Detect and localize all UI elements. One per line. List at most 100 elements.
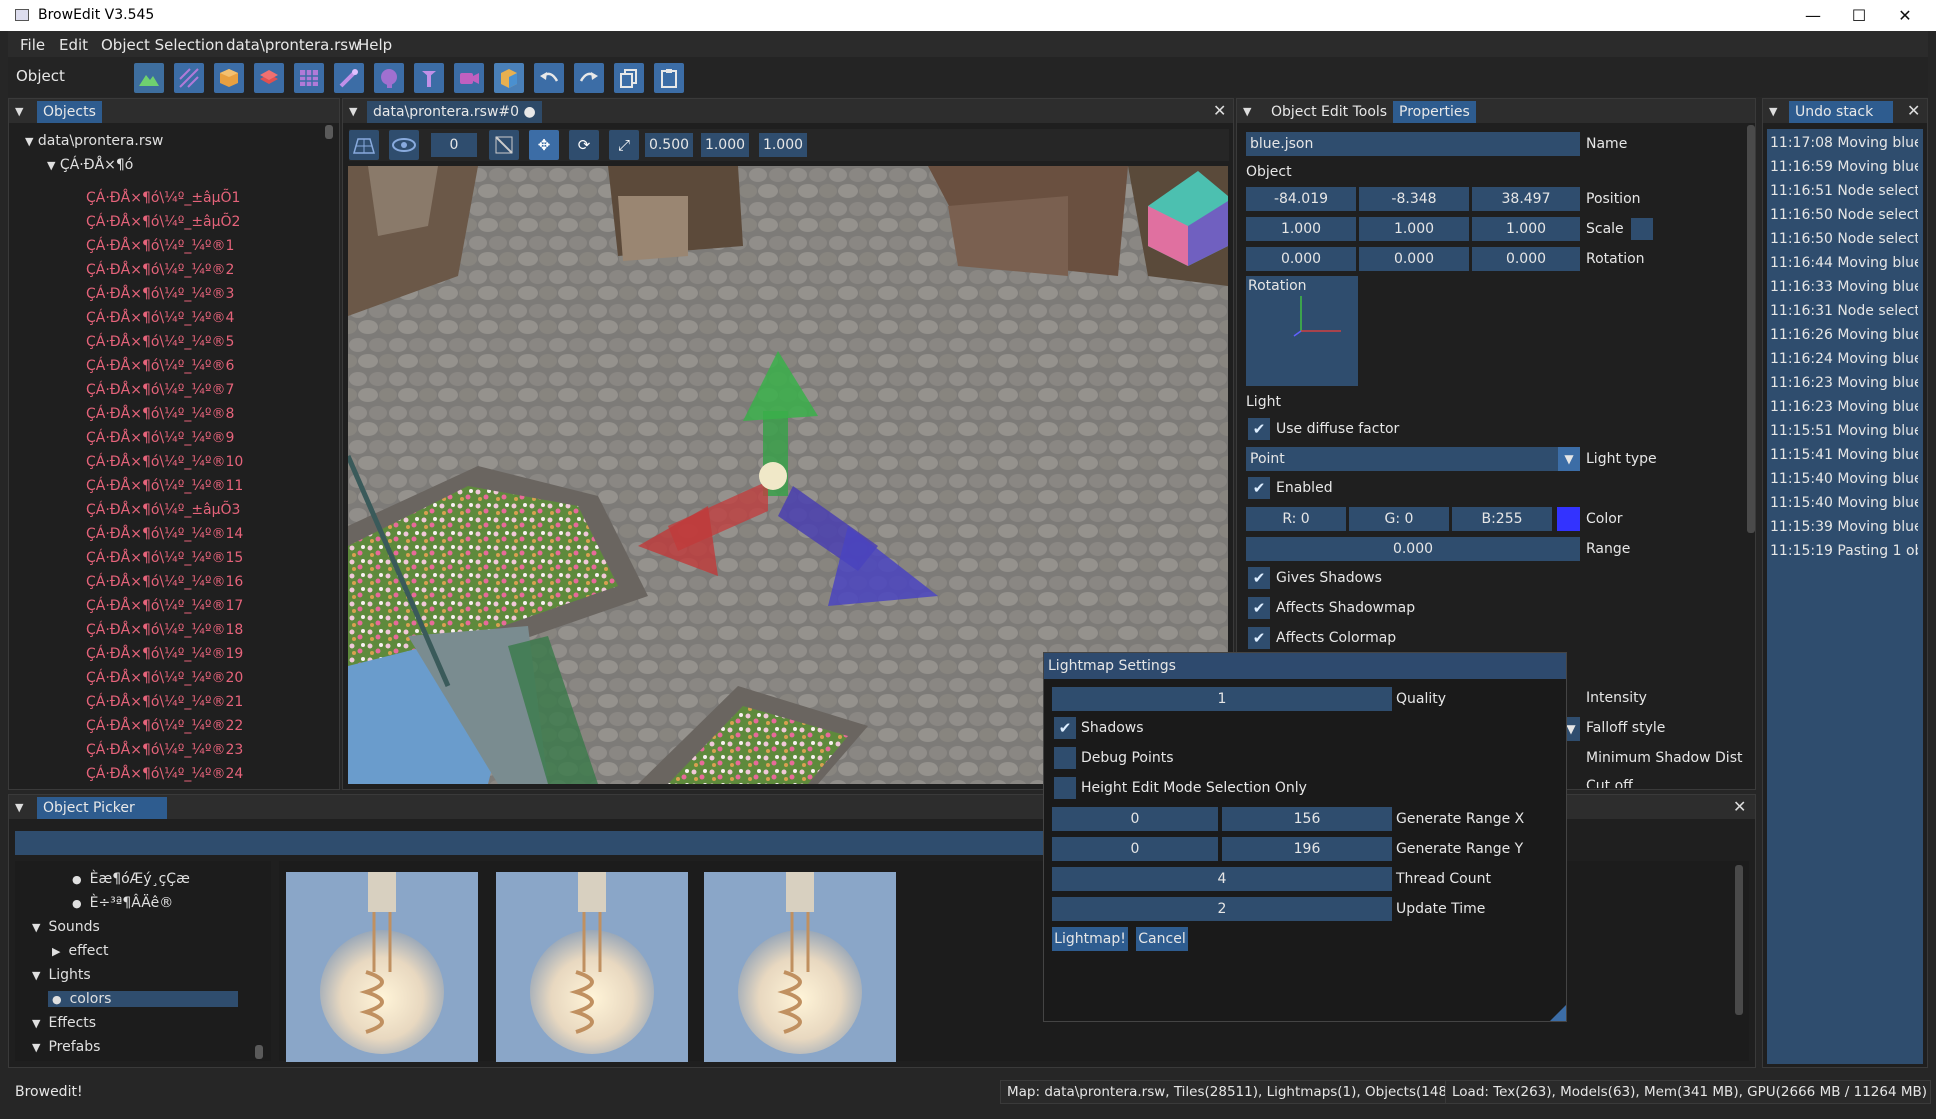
undo-item[interactable]: 11:16:23 Moving blue.j: [1770, 375, 1918, 391]
color-r-input[interactable]: R: 0: [1246, 507, 1346, 531]
object-list-item[interactable]: ÇÁ·ÐÅ×¶ó\¼º_¼º®8: [86, 406, 234, 422]
undo-item[interactable]: 11:15:40 Moving blue.j: [1770, 495, 1918, 511]
name-input[interactable]: blue.json: [1246, 132, 1580, 156]
object-list-item[interactable]: ÇÁ·ÐÅ×¶ó\¼º_±âµÕ1: [86, 190, 240, 206]
height-icon[interactable]: [334, 63, 364, 93]
undo-icon[interactable]: [534, 63, 564, 93]
close-icon[interactable]: ✕: [1907, 101, 1920, 120]
picker-thumbs-scrollbar[interactable]: [1735, 865, 1743, 1015]
picker-tree-item[interactable]: ▶ effect: [52, 943, 109, 959]
collapse-icon[interactable]: ▼: [1769, 105, 1777, 118]
rotate-icon[interactable]: ⟳: [569, 130, 599, 160]
close-window-button[interactable]: ✕: [1882, 0, 1928, 31]
tab-undo-stack[interactable]: Undo stack: [1789, 101, 1893, 123]
affects-shadowmap-checkbox[interactable]: ✔: [1248, 597, 1270, 619]
tab-object-picker[interactable]: Object Picker: [37, 797, 167, 819]
object-list-item[interactable]: ÇÁ·ÐÅ×¶ó\¼º_¼º®9: [86, 430, 234, 446]
minimize-button[interactable]: —: [1790, 0, 1836, 31]
object-picker-search-input[interactable]: [15, 831, 1055, 855]
snap-off-icon[interactable]: [489, 130, 519, 160]
color-g-input[interactable]: G: 0: [1349, 507, 1449, 531]
lightmap-dialog-titlebar[interactable]: Lightmap Settings: [1044, 653, 1566, 679]
texture-icon[interactable]: [174, 63, 204, 93]
undo-item[interactable]: 11:16:33 Moving blue.j: [1770, 279, 1918, 295]
object-icon[interactable]: [214, 63, 244, 93]
gat-icon[interactable]: [294, 63, 324, 93]
light-bulb-thumbnail[interactable]: [496, 872, 688, 1062]
tab-object-edit-tools[interactable]: Object Edit Tools: [1265, 101, 1394, 123]
use-diffuse-checkbox[interactable]: ✔: [1248, 418, 1270, 440]
object-list-item[interactable]: ÇÁ·ÐÅ×¶ó\¼º_¼º®14: [86, 526, 243, 542]
collapse-icon[interactable]: ▼: [1243, 105, 1251, 118]
tab-map-view[interactable]: data\prontera.rsw#0 ●: [367, 101, 542, 123]
update-time-input[interactable]: 2: [1052, 897, 1392, 921]
rotation-y-input[interactable]: 0.000: [1359, 247, 1469, 271]
redo-icon[interactable]: [574, 63, 604, 93]
object-list-item[interactable]: ÇÁ·ÐÅ×¶ó\¼º_¼º®11: [86, 478, 243, 494]
object-list-item[interactable]: ÇÁ·ÐÅ×¶ó\¼º_¼º®6: [86, 358, 234, 374]
object-list-item[interactable]: ÇÁ·ÐÅ×¶ó\¼º_¼º®18: [86, 622, 243, 638]
object-list-item[interactable]: ÇÁ·ÐÅ×¶ó\¼º_¼º®7: [86, 382, 234, 398]
undo-item[interactable]: 11:17:08 Moving blue.j: [1770, 135, 1918, 151]
scale-x-input[interactable]: 1.000: [1246, 217, 1356, 241]
picker-tree-item[interactable]: ▼ Prefabs: [32, 1039, 100, 1055]
debug-points-checkbox[interactable]: [1054, 747, 1076, 769]
menu-file[interactable]: File: [20, 36, 45, 54]
object-list-item[interactable]: ÇÁ·ÐÅ×¶ó\¼º_¼º®19: [86, 646, 243, 662]
undo-item[interactable]: 11:16:26 Moving blue.j: [1770, 327, 1918, 343]
tree-root-row[interactable]: ▼ data\prontera.rsw: [25, 133, 163, 149]
translate-snap-input[interactable]: 0.500: [645, 133, 693, 157]
undo-item[interactable]: 11:15:40 Moving blue.j: [1770, 471, 1918, 487]
undo-item[interactable]: 11:16:24 Moving blue.j: [1770, 351, 1918, 367]
undo-item[interactable]: 11:16:50 Node selectio: [1770, 207, 1918, 223]
chevron-down-icon[interactable]: ▼: [1558, 447, 1580, 471]
menu-object-selection[interactable]: Object Selection: [101, 36, 224, 54]
light-type-select[interactable]: Point ▼: [1246, 447, 1580, 471]
grid-size-input[interactable]: 0: [431, 133, 477, 157]
color-swatch[interactable]: [1557, 507, 1580, 531]
light-icon[interactable]: [414, 63, 444, 93]
picker-tree-item[interactable]: ● colors: [48, 991, 238, 1007]
undo-item[interactable]: 11:16:23 Moving blue.j: [1770, 399, 1918, 415]
scale-snap-input[interactable]: 1.000: [759, 133, 807, 157]
camera-icon[interactable]: [454, 63, 484, 93]
cube-icon[interactable]: [494, 63, 524, 93]
range-y-min-input[interactable]: 0: [1052, 837, 1218, 861]
picker-tree-item[interactable]: ▼ Lights: [32, 967, 91, 983]
object-list-item[interactable]: ÇÁ·ÐÅ×¶ó\¼º_¼º®15: [86, 550, 243, 566]
object-list-item[interactable]: ÇÁ·ÐÅ×¶ó\¼º_¼º®17: [86, 598, 243, 614]
wall-icon[interactable]: [254, 63, 284, 93]
quality-input[interactable]: 1: [1052, 687, 1392, 711]
undo-item[interactable]: 11:16:51 Node selectio: [1770, 183, 1918, 199]
grid-icon[interactable]: [349, 130, 379, 160]
object-list-item[interactable]: ÇÁ·ÐÅ×¶ó\¼º_±âµÕ2: [86, 214, 240, 230]
eye-icon[interactable]: [389, 130, 419, 160]
picker-tree-item[interactable]: ▼ Effects: [32, 1015, 96, 1031]
rotation-x-input[interactable]: 0.000: [1246, 247, 1356, 271]
object-list-item[interactable]: ÇÁ·ÐÅ×¶ó\¼º_¼º®23: [86, 742, 243, 758]
tab-objects[interactable]: Objects: [37, 101, 102, 123]
translate-icon[interactable]: ✥: [529, 130, 559, 160]
color-b-input[interactable]: B:255: [1452, 507, 1552, 531]
range-input[interactable]: 0.000: [1246, 537, 1580, 561]
undo-item[interactable]: 11:15:51 Moving blue.j: [1770, 423, 1918, 439]
gives-shadows-checkbox[interactable]: ✔: [1248, 567, 1270, 589]
light-bulb-thumbnail[interactable]: [286, 872, 478, 1062]
object-list-item[interactable]: ÇÁ·ÐÅ×¶ó\¼º_¼º®5: [86, 334, 234, 350]
object-list-item[interactable]: ÇÁ·ÐÅ×¶ó\¼º_¼º®22: [86, 718, 243, 734]
sound-icon[interactable]: [374, 63, 404, 93]
object-list-item[interactable]: ÇÁ·ÐÅ×¶ó\¼º_±âµÕ3: [86, 502, 240, 518]
copy-icon[interactable]: [614, 63, 644, 93]
undo-item[interactable]: 11:16:50 Node selectio: [1770, 231, 1918, 247]
shadows-checkbox[interactable]: ✔: [1054, 717, 1076, 739]
object-list-item[interactable]: ÇÁ·ÐÅ×¶ó\¼º_¼º®16: [86, 574, 243, 590]
position-x-input[interactable]: -84.019: [1246, 187, 1356, 211]
object-list-item[interactable]: ÇÁ·ÐÅ×¶ó\¼º_¼º®21: [86, 694, 243, 710]
cancel-button[interactable]: Cancel: [1136, 927, 1188, 951]
scale-z-input[interactable]: 1.000: [1472, 217, 1580, 241]
picker-tree-item[interactable]: ● Èæ¶óÆý¸çÇæ: [72, 871, 190, 887]
rotation-gizmo-widget[interactable]: Rotation: [1246, 276, 1358, 386]
range-x-min-input[interactable]: 0: [1052, 807, 1218, 831]
properties-scrollbar[interactable]: [1747, 125, 1755, 533]
rotate-snap-input[interactable]: 1.000: [701, 133, 749, 157]
